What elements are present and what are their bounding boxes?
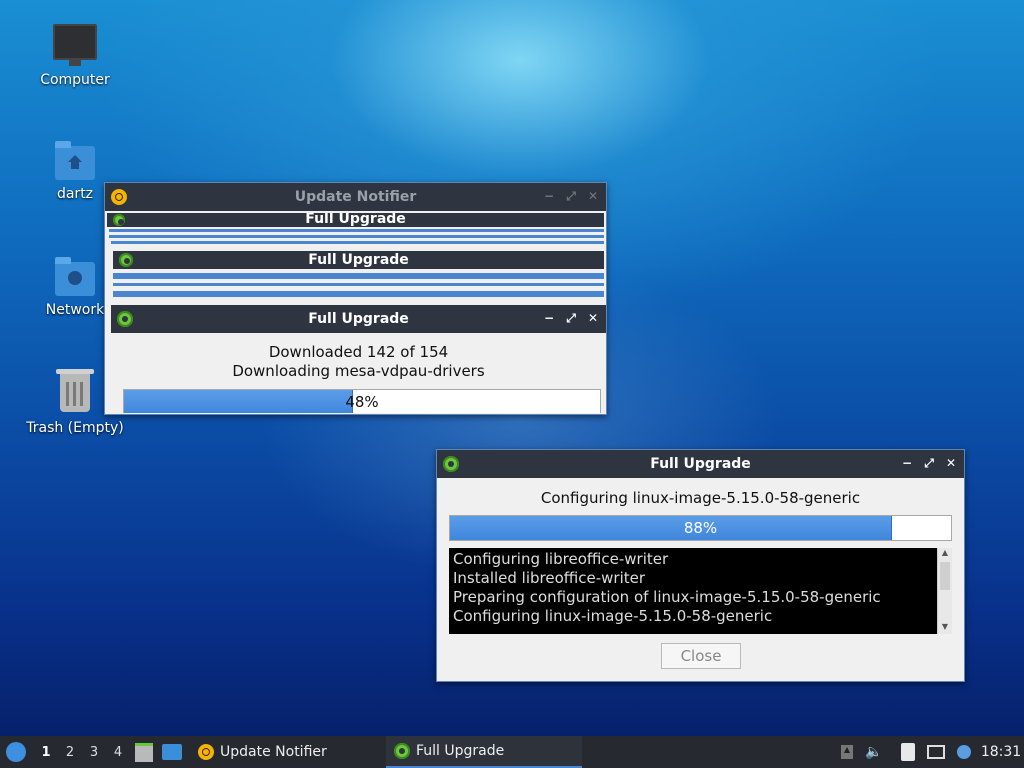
close-button[interactable]: ✕	[944, 456, 958, 470]
ghost-line	[113, 273, 604, 279]
update-notifier-window[interactable]: Update Notifier − ⤢ ✕ Full Upgrade Full …	[104, 182, 607, 415]
file-manager-icon	[135, 742, 153, 762]
file-manager-launcher[interactable]	[130, 736, 158, 768]
close-button[interactable]: ✕	[586, 189, 600, 203]
task-full-upgrade[interactable]: Full Upgrade	[386, 736, 582, 768]
minimize-button[interactable]: −	[900, 456, 914, 470]
download-progress-label: 48%	[345, 393, 379, 411]
minimize-button[interactable]: −	[542, 189, 556, 203]
network-button[interactable]	[922, 736, 950, 768]
workspace-2[interactable]: 2	[58, 745, 82, 760]
scroll-thumb[interactable]	[940, 562, 950, 590]
ghost-line	[113, 291, 604, 297]
log-line: Preparing configuration of linux-image-5…	[453, 588, 881, 606]
task-label: Update Notifier	[220, 744, 327, 760]
workspace-3[interactable]: 3	[82, 745, 106, 760]
speaker-icon: 🔈	[865, 744, 883, 760]
gear-icon	[117, 311, 133, 327]
window-title: Full Upgrade	[308, 311, 409, 327]
full-upgrade-window[interactable]: Full Upgrade − ⤢ ✕ Configuring linux-ima…	[436, 449, 965, 682]
trash-icon	[56, 369, 94, 412]
maximize-button[interactable]: ⤢	[564, 311, 578, 325]
maximize-button[interactable]: ⤢	[564, 189, 578, 203]
clipboard-button[interactable]	[894, 736, 922, 768]
update-notifier-titlebar[interactable]: Update Notifier − ⤢ ✕	[105, 183, 606, 211]
close-button[interactable]: ✕	[586, 311, 600, 325]
update-notifier-icon	[111, 189, 127, 205]
ghost-title: Full Upgrade	[308, 252, 409, 268]
upgrade-status-text: Configuring linux-image-5.15.0-58-generi…	[540, 489, 861, 507]
gear-icon	[443, 456, 459, 472]
log-line: Configuring libreoffice-writer	[453, 550, 669, 568]
start-menu-button[interactable]	[0, 736, 32, 768]
log-scrollbar[interactable]: ▲ ▼	[937, 548, 952, 634]
ghost-line	[111, 241, 604, 244]
maximize-button[interactable]: ⤢	[922, 456, 936, 470]
taskbar: 1 2 3 4 Update Notifier Full Upgrade ▲ 🔈…	[0, 736, 1024, 768]
desktop-icon	[162, 744, 182, 760]
ghost-title: Full Upgrade	[305, 213, 406, 227]
scroll-up-icon[interactable]: ▲	[938, 548, 952, 560]
notification-button[interactable]	[950, 736, 978, 768]
ghost-line	[109, 235, 604, 238]
download-window-titlebar[interactable]: Full Upgrade − ⤢ ✕	[111, 305, 606, 333]
network-icon	[927, 745, 945, 759]
window-title: Update Notifier	[294, 189, 417, 205]
ghost-line	[113, 283, 604, 286]
lubuntu-logo-icon	[6, 742, 26, 762]
home-folder-icon	[55, 141, 95, 180]
desktop-icon-label: Computer	[40, 72, 110, 88]
chevron-up-icon: ▲	[841, 745, 853, 759]
log-line: Configuring linux-image-5.15.0-58-generi…	[453, 607, 773, 625]
download-package-text: Downloading mesa-vdpau-drivers	[232, 362, 485, 380]
scroll-down-icon[interactable]: ▼	[938, 622, 952, 634]
clock[interactable]: 18:31	[978, 736, 1024, 768]
task-update-notifier[interactable]: Update Notifier	[190, 736, 386, 768]
download-count-text: Downloaded 142 of 154	[268, 343, 449, 361]
full-upgrade-titlebar[interactable]: Full Upgrade − ⤢ ✕	[437, 450, 964, 478]
upgrade-log[interactable]: Configuring libreoffice-writer Installed…	[449, 548, 937, 634]
tray-arrow-button[interactable]: ▲	[834, 736, 860, 768]
ghost-titlebar: Full Upgrade	[107, 213, 604, 227]
upgrade-progress-label: 88%	[683, 519, 718, 537]
workspace-switcher: 1 2 3 4	[34, 736, 130, 768]
desktop-icon-computer[interactable]: Computer	[25, 24, 125, 88]
workspace-4[interactable]: 4	[106, 745, 130, 760]
volume-button[interactable]: 🔈	[860, 736, 888, 768]
upgrade-progress-bar: 88%	[449, 515, 952, 541]
gear-icon	[394, 743, 410, 759]
log-line: Installed libreoffice-writer	[453, 569, 646, 587]
minimize-button[interactable]: −	[542, 311, 556, 325]
workspace-1[interactable]: 1	[34, 745, 58, 760]
update-notifier-icon	[198, 744, 214, 760]
show-desktop-launcher[interactable]	[158, 736, 186, 768]
window-title: Full Upgrade	[650, 456, 751, 472]
download-progress-bar: 48%	[123, 389, 601, 413]
ghost-line	[109, 229, 604, 232]
desktop-icon-label: Trash (Empty)	[26, 420, 124, 436]
notification-icon	[957, 745, 971, 759]
close-dialog-button[interactable]: Close	[661, 643, 741, 669]
clipboard-icon	[901, 743, 915, 761]
ghost-titlebar: Full Upgrade	[113, 251, 604, 269]
computer-icon	[53, 24, 97, 66]
network-folder-icon	[55, 257, 95, 296]
task-label: Full Upgrade	[416, 743, 505, 759]
download-window[interactable]: Full Upgrade − ⤢ ✕ Downloaded 142 of 154…	[111, 305, 606, 413]
